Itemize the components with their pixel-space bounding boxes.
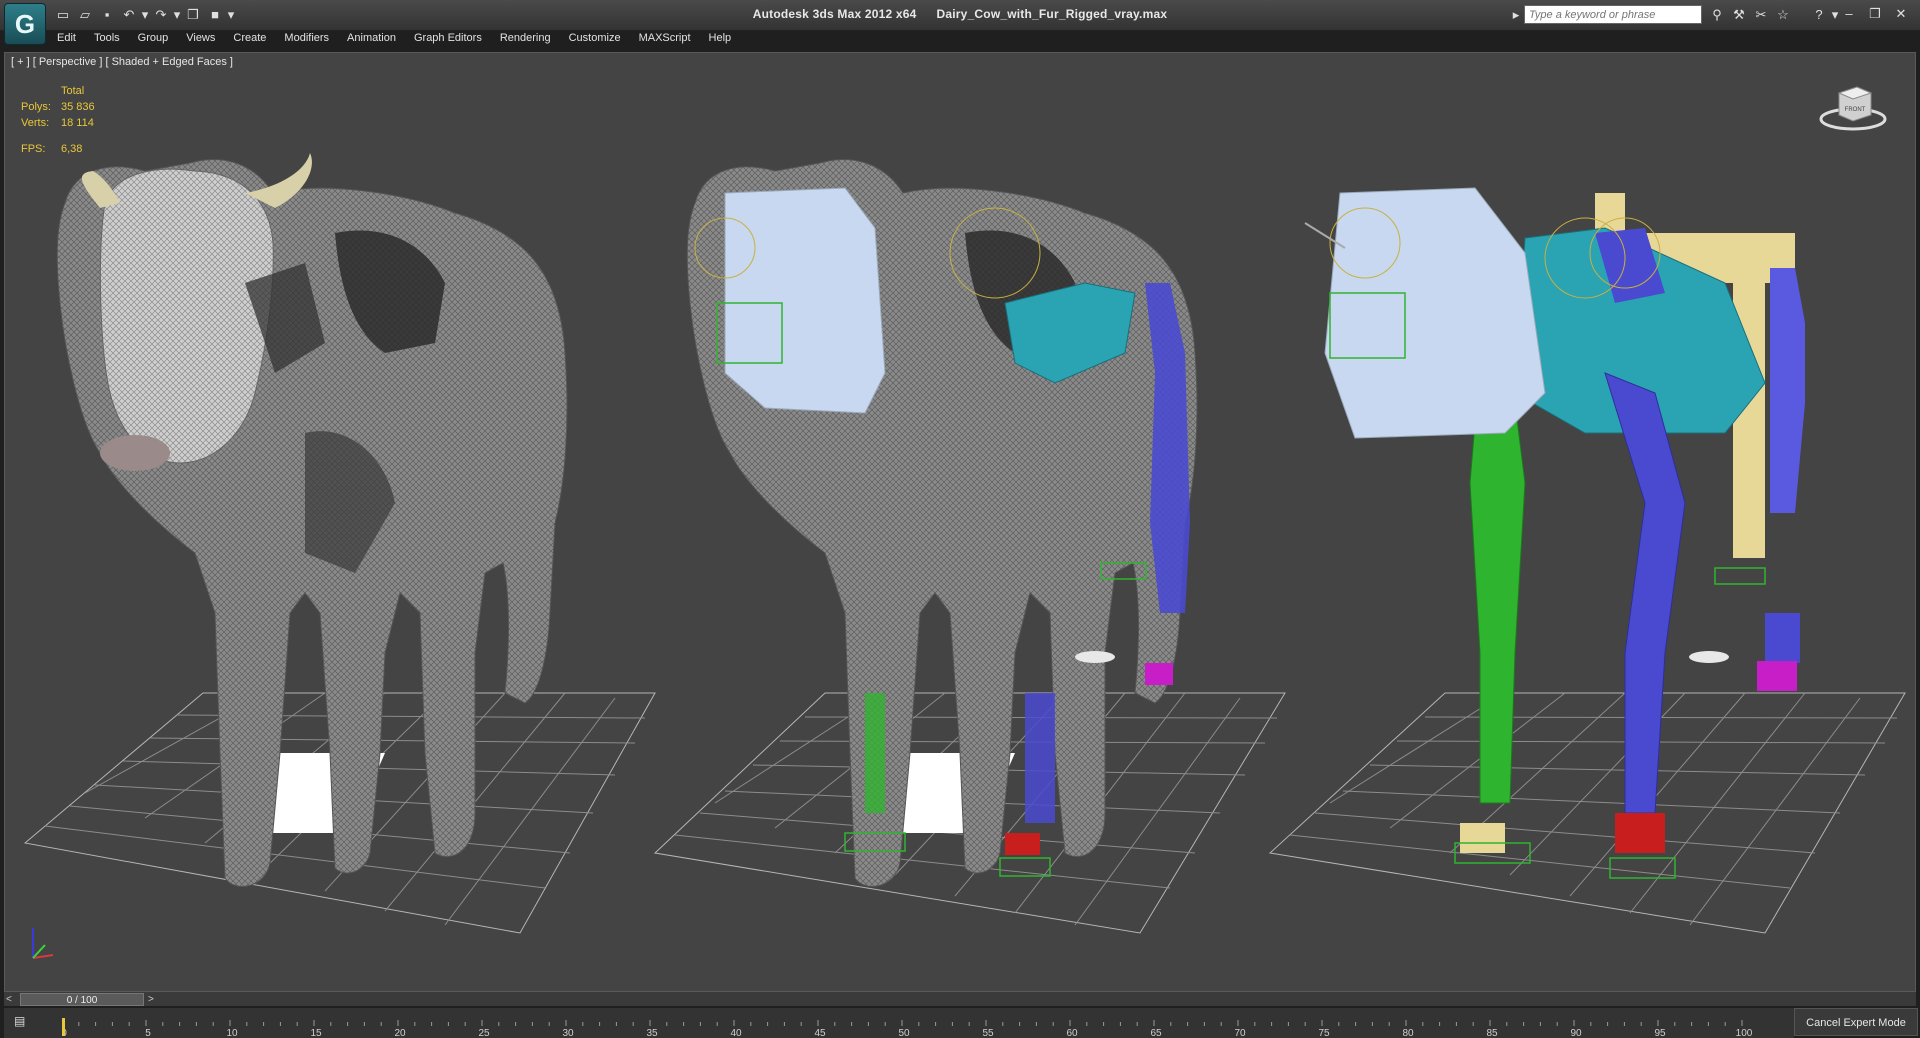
app-name: Autodesk 3ds Max 2012 x64 — [752, 7, 917, 21]
ruler-label: 55 — [982, 1028, 994, 1038]
window-controls: – ❐ ✕ — [1836, 5, 1914, 23]
ruler-label: 80 — [1402, 1028, 1414, 1038]
communication-icon[interactable]: ✂ — [1750, 5, 1772, 25]
minimize-icon[interactable]: – — [1836, 5, 1862, 23]
menu-create[interactable]: Create — [224, 30, 275, 50]
viewport-label[interactable]: [ + ] [ Perspective ] [ Shaded + Edged F… — [11, 56, 233, 68]
polys-value: 35 836 — [61, 101, 95, 113]
menu-maxscript[interactable]: MAXScript — [630, 30, 700, 50]
menu-bar: Edit Tools Group Views Create Modifiers … — [48, 30, 740, 50]
viewcube-icon[interactable]: FRONT — [1819, 73, 1887, 133]
infocenter-toolbar: ⚲ ⚒ ✂ ☆ ? ▾ — [1706, 5, 1840, 25]
subscription-icon[interactable]: ⚒ — [1728, 5, 1750, 25]
menu-modifiers[interactable]: Modifiers — [275, 30, 338, 50]
ruler-label: 85 — [1486, 1028, 1498, 1038]
ruler-label: 50 — [898, 1028, 910, 1038]
time-prev-icon[interactable]: < — [6, 994, 18, 1006]
frame-ruler[interactable]: 0510152025303540455055606570758085909510… — [62, 1008, 1782, 1038]
ruler-label: 60 — [1066, 1028, 1078, 1038]
ruler-label: 90 — [1570, 1028, 1582, 1038]
cow-bone-rig[interactable] — [1304, 187, 1805, 879]
ruler-label: 25 — [478, 1028, 490, 1038]
menu-edit[interactable]: Edit — [48, 30, 85, 50]
axis-tripod-icon — [32, 928, 54, 959]
ruler-label: 95 — [1654, 1028, 1666, 1038]
verts-label: Verts: — [21, 117, 50, 129]
ruler-label: 100 — [1736, 1028, 1753, 1038]
ruler-label: 20 — [394, 1028, 406, 1038]
binoculars-icon[interactable]: ⚲ — [1706, 5, 1728, 25]
menu-customize[interactable]: Customize — [560, 30, 630, 50]
menu-graph-editors[interactable]: Graph Editors — [405, 30, 491, 50]
ruler-label: 40 — [730, 1028, 742, 1038]
ruler-label: 65 — [1150, 1028, 1162, 1038]
menu-views[interactable]: Views — [177, 30, 224, 50]
title-bar: ▭ ▱ ▪ ↶ ▾ ↷ ▾ ❐ ■ ▾ Autodesk 3ds Max 201… — [0, 0, 1920, 31]
time-slider-track — [4, 992, 1916, 1006]
ruler-label: 70 — [1234, 1028, 1246, 1038]
track-bar-filter-icon[interactable]: ▤ — [14, 1014, 34, 1030]
file-name: Dairy_Cow_with_Fur_Rigged_vray.max — [936, 7, 1168, 21]
ruler-label: 75 — [1318, 1028, 1330, 1038]
time-slider[interactable]: 0 / 100 — [20, 993, 144, 1006]
application-button[interactable]: G — [4, 3, 46, 45]
ruler-label: 45 — [814, 1028, 826, 1038]
menu-group[interactable]: Group — [129, 30, 178, 50]
ruler-label: 30 — [562, 1028, 574, 1038]
menu-animation[interactable]: Animation — [338, 30, 405, 50]
app-logo-glyph: G — [14, 9, 36, 39]
menu-tools[interactable]: Tools — [85, 30, 129, 50]
verts-value: 18 114 — [61, 117, 94, 129]
current-frame-marker[interactable] — [62, 1018, 65, 1036]
star-icon[interactable]: ☆ — [1772, 5, 1794, 25]
help-icon[interactable]: ? — [1808, 5, 1830, 25]
time-next-icon[interactable]: > — [148, 994, 160, 1006]
viewcube-face-label: FRONT — [1845, 107, 1866, 113]
ruler-label: 5 — [145, 1028, 151, 1038]
fps-value: 6,38 — [61, 143, 83, 155]
scene-statistics: Total Polys: 35 836 Verts: 18 114 FPS: 6,38 — [21, 83, 95, 157]
cancel-expert-mode-button[interactable]: Cancel Expert Mode — [1794, 1008, 1918, 1036]
grid-right — [1268, 692, 1906, 934]
close-icon[interactable]: ✕ — [1888, 5, 1914, 23]
search-input[interactable] — [1524, 5, 1702, 24]
polys-label: Polys: — [21, 101, 51, 113]
ruler-label: 35 — [646, 1028, 658, 1038]
fps-label: FPS: — [21, 143, 46, 155]
restore-icon[interactable]: ❐ — [1862, 5, 1888, 23]
stats-header: Total — [61, 85, 85, 97]
ruler-label: 10 — [226, 1028, 238, 1038]
ruler-label: 15 — [310, 1028, 322, 1038]
perspective-viewport[interactable]: [ + ] [ Perspective ] [ Shaded + Edged F… — [4, 52, 1916, 992]
search-expand-icon[interactable]: ▸ — [1510, 5, 1522, 25]
viewport-scene — [23, 153, 1906, 959]
menu-rendering[interactable]: Rendering — [491, 30, 560, 50]
menu-help[interactable]: Help — [700, 30, 741, 50]
